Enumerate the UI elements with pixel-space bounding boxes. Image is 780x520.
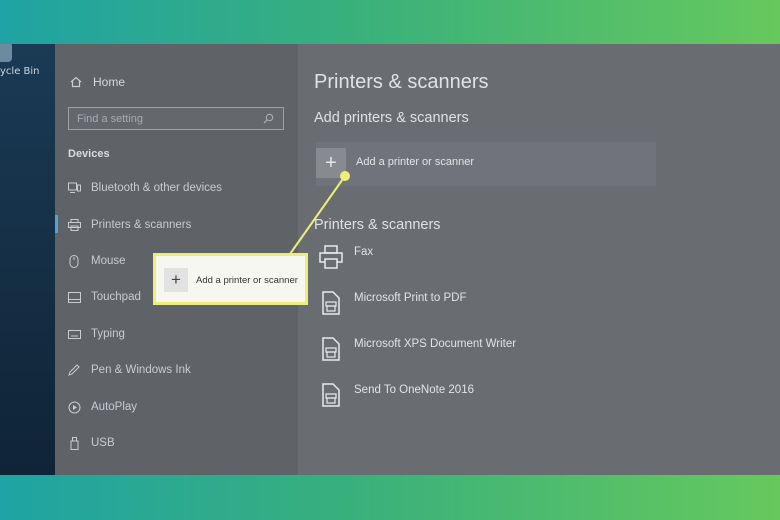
printer-item-pdf[interactable]: Microsoft Print to PDF [318,290,466,316]
add-printer-label: Add a printer or scanner [356,156,475,168]
sidebar-item-label: Mouse [91,255,126,267]
printer-item-label: Fax [354,246,374,258]
sidebar-item-usb[interactable]: USB [67,436,115,450]
search-icon[interactable] [261,112,275,126]
search-input[interactable]: Find a setting [68,107,284,130]
printer-item-label: Send To OneNote 2016 [354,384,474,396]
printer-item-onenote[interactable]: Send To OneNote 2016 [318,382,474,408]
sidebar-item-printers[interactable]: Printers & scanners [54,215,192,233]
zoom-callout: + Add a printer or scanner [153,253,308,305]
sidebar-item-mouse[interactable]: Mouse [67,254,126,268]
printer-item-xps[interactable]: Microsoft XPS Document Writer [318,336,516,362]
sidebar-item-label: Typing [91,328,125,340]
sidebar-item-bluetooth[interactable]: Bluetooth & other devices [67,181,222,195]
page-title: Printers & scanners [314,71,489,93]
mouse-icon [67,254,81,268]
add-printer-button[interactable]: + Add a printer or scanner [316,142,656,186]
home-icon [69,75,83,89]
printer-item-label: Microsoft XPS Document Writer [354,338,517,350]
plus-icon: + [316,148,346,178]
add-section-title: Add printers & scanners [314,110,469,126]
autoplay-icon [67,400,81,414]
search-placeholder: Find a setting [77,112,144,125]
sidebar-item-autoplay[interactable]: AutoPlay [67,400,137,414]
desktop-strip: ycle Bin [0,44,55,475]
bluetooth-devices-icon [67,181,81,195]
touchpad-icon [67,290,81,304]
nav-home[interactable]: Home [69,75,125,89]
keyboard-icon [67,327,81,341]
printer-item-label: Microsoft Print to PDF [354,292,467,304]
settings-content: Printers & scanners Add printers & scann… [298,44,780,475]
sidebar-item-label: Pen & Windows Ink [91,364,191,376]
devices-section-heading: Devices [68,148,110,160]
sidebar-item-touchpad[interactable]: Touchpad [67,290,141,304]
printers-list-title: Printers & scanners [314,217,441,233]
pen-icon [67,363,81,377]
sidebar-item-label: Printers & scanners [91,219,192,231]
sidebar-item-label: USB [91,437,115,449]
recycle-bin-label: ycle Bin [0,66,40,77]
sidebar-item-pen[interactable]: Pen & Windows Ink [67,363,191,377]
document-printer-icon [318,290,344,316]
printer-icon [67,218,81,232]
recycle-bin-icon[interactable] [0,44,12,62]
fax-icon [318,244,344,270]
plus-icon: + [164,268,188,292]
sidebar-item-label: Touchpad [91,291,141,303]
screenshot-frame: ycle Bin Home Find a setting Devices Blu… [0,44,780,475]
nav-home-label: Home [93,75,126,89]
document-printer-icon [318,336,344,362]
printer-item-fax[interactable]: Fax [318,244,373,270]
callout-label: Add a printer or scanner [196,275,298,286]
usb-icon [67,436,81,450]
sidebar-item-label: Bluetooth & other devices [91,182,223,194]
sidebar-item-typing[interactable]: Typing [67,327,125,341]
sidebar-item-label: AutoPlay [91,401,138,413]
document-printer-icon [318,382,344,408]
